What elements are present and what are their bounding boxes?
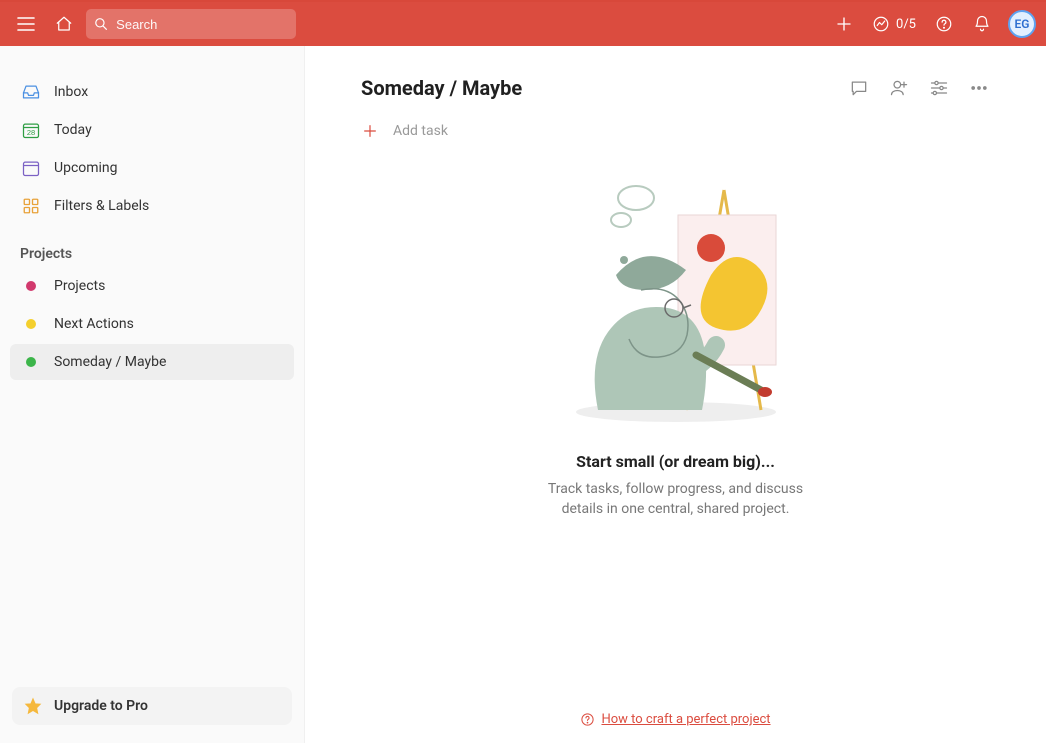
more-options-button[interactable] bbox=[968, 77, 990, 99]
upgrade-label: Upgrade to Pro bbox=[54, 698, 148, 714]
help-circle-icon bbox=[580, 712, 595, 727]
person-plus-icon bbox=[889, 78, 909, 98]
hamburger-icon bbox=[17, 17, 35, 31]
search-input[interactable] bbox=[116, 17, 288, 32]
content-area: Someday / Maybe Add tas bbox=[305, 46, 1046, 743]
project-color-dot bbox=[20, 313, 42, 335]
upgrade-button[interactable]: Upgrade to Pro bbox=[12, 687, 292, 725]
sidebar-item-filters-labels[interactable]: Filters & Labels bbox=[10, 188, 294, 224]
sidebar-item-label: Today bbox=[54, 122, 92, 138]
search-icon bbox=[94, 16, 108, 32]
sidebar: Inbox 28 Today Upcoming Filters & Labels bbox=[0, 46, 305, 743]
sidebar-item-label: Inbox bbox=[54, 84, 88, 100]
svg-text:28: 28 bbox=[27, 128, 35, 137]
comments-button[interactable] bbox=[848, 77, 870, 99]
sliders-icon bbox=[929, 78, 949, 98]
quick-add-button[interactable] bbox=[828, 8, 860, 40]
sidebar-item-label: Someday / Maybe bbox=[54, 354, 166, 370]
plus-icon bbox=[835, 15, 853, 33]
help-button[interactable] bbox=[928, 8, 960, 40]
home-icon bbox=[55, 15, 73, 33]
help-link[interactable]: How to craft a perfect project bbox=[601, 712, 770, 727]
comment-icon bbox=[849, 78, 869, 98]
empty-state-illustration bbox=[546, 180, 806, 440]
add-task-label: Add task bbox=[393, 123, 448, 139]
project-item-next-actions[interactable]: Next Actions bbox=[10, 306, 294, 342]
sidebar-item-upcoming[interactable]: Upcoming bbox=[10, 150, 294, 186]
page-title: Someday / Maybe bbox=[361, 76, 522, 100]
grid-icon bbox=[20, 195, 42, 217]
project-item-someday-maybe[interactable]: Someday / Maybe bbox=[10, 344, 294, 380]
sidebar-item-label: Next Actions bbox=[54, 316, 134, 332]
sidebar-item-inbox[interactable]: Inbox bbox=[10, 74, 294, 110]
share-button[interactable] bbox=[888, 77, 910, 99]
projects-section-header[interactable]: Projects bbox=[0, 224, 304, 268]
calendar-today-icon: 28 bbox=[20, 119, 42, 141]
search-box[interactable] bbox=[86, 9, 296, 39]
help-icon bbox=[935, 15, 953, 33]
bell-icon bbox=[973, 15, 991, 33]
sidebar-spacer bbox=[0, 380, 304, 677]
menu-toggle-button[interactable] bbox=[10, 8, 42, 40]
productivity-count: 0/5 bbox=[896, 17, 916, 32]
more-horizontal-icon bbox=[969, 78, 989, 98]
topbar: 0/5 EG bbox=[0, 2, 1046, 46]
sidebar-item-label: Projects bbox=[54, 278, 105, 294]
productivity-icon bbox=[872, 15, 890, 33]
empty-state: Start small (or dream big)... Track task… bbox=[361, 180, 990, 520]
project-color-dot bbox=[20, 275, 42, 297]
empty-state-title: Start small (or dream big)... bbox=[576, 452, 775, 471]
plus-icon bbox=[361, 122, 379, 140]
productivity-button[interactable]: 0/5 bbox=[866, 8, 922, 40]
avatar-initials: EG bbox=[1015, 17, 1030, 31]
sidebar-item-label: Filters & Labels bbox=[54, 198, 149, 214]
star-icon bbox=[24, 697, 42, 715]
header-actions bbox=[848, 77, 990, 99]
notifications-button[interactable] bbox=[966, 8, 998, 40]
project-color-dot bbox=[20, 351, 42, 373]
sidebar-item-today[interactable]: 28 Today bbox=[10, 112, 294, 148]
content-header: Someday / Maybe bbox=[361, 76, 990, 100]
avatar[interactable]: EG bbox=[1008, 10, 1036, 38]
add-task-button[interactable]: Add task bbox=[361, 122, 990, 140]
help-link-row: How to craft a perfect project bbox=[305, 712, 1046, 727]
sidebar-item-label: Upcoming bbox=[54, 160, 118, 176]
project-item-projects[interactable]: Projects bbox=[10, 268, 294, 304]
view-options-button[interactable] bbox=[928, 77, 950, 99]
home-button[interactable] bbox=[48, 8, 80, 40]
calendar-upcoming-icon bbox=[20, 157, 42, 179]
inbox-icon bbox=[20, 81, 42, 103]
empty-state-description: Track tasks, follow progress, and discus… bbox=[526, 479, 826, 520]
